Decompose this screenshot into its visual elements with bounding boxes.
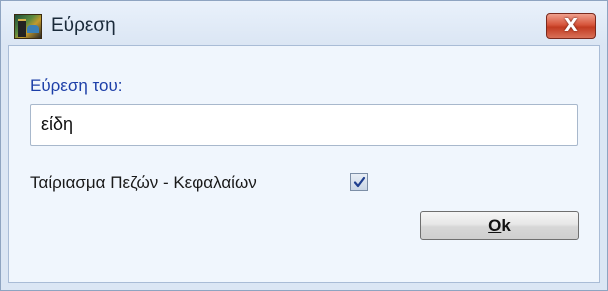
find-label: Εύρεση του: <box>30 76 123 95</box>
match-case-checkbox[interactable] <box>350 173 368 191</box>
app-logo-icon <box>14 14 42 39</box>
checkmark-icon <box>353 176 366 188</box>
ok-label-rest: k <box>501 216 511 235</box>
close-icon: X <box>564 15 578 36</box>
dialog-title: Εύρεση <box>51 15 116 36</box>
ok-button[interactable]: Ok <box>420 211 579 240</box>
close-button[interactable]: X <box>546 13 596 39</box>
title-bar[interactable]: Εύρεση X <box>1 1 607 45</box>
search-input[interactable]: είδη <box>30 104 578 146</box>
match-case-label: Ταίριασμα Πεζών - Κεφαλαίων <box>30 173 257 192</box>
ok-mnemonic: O <box>488 216 502 235</box>
